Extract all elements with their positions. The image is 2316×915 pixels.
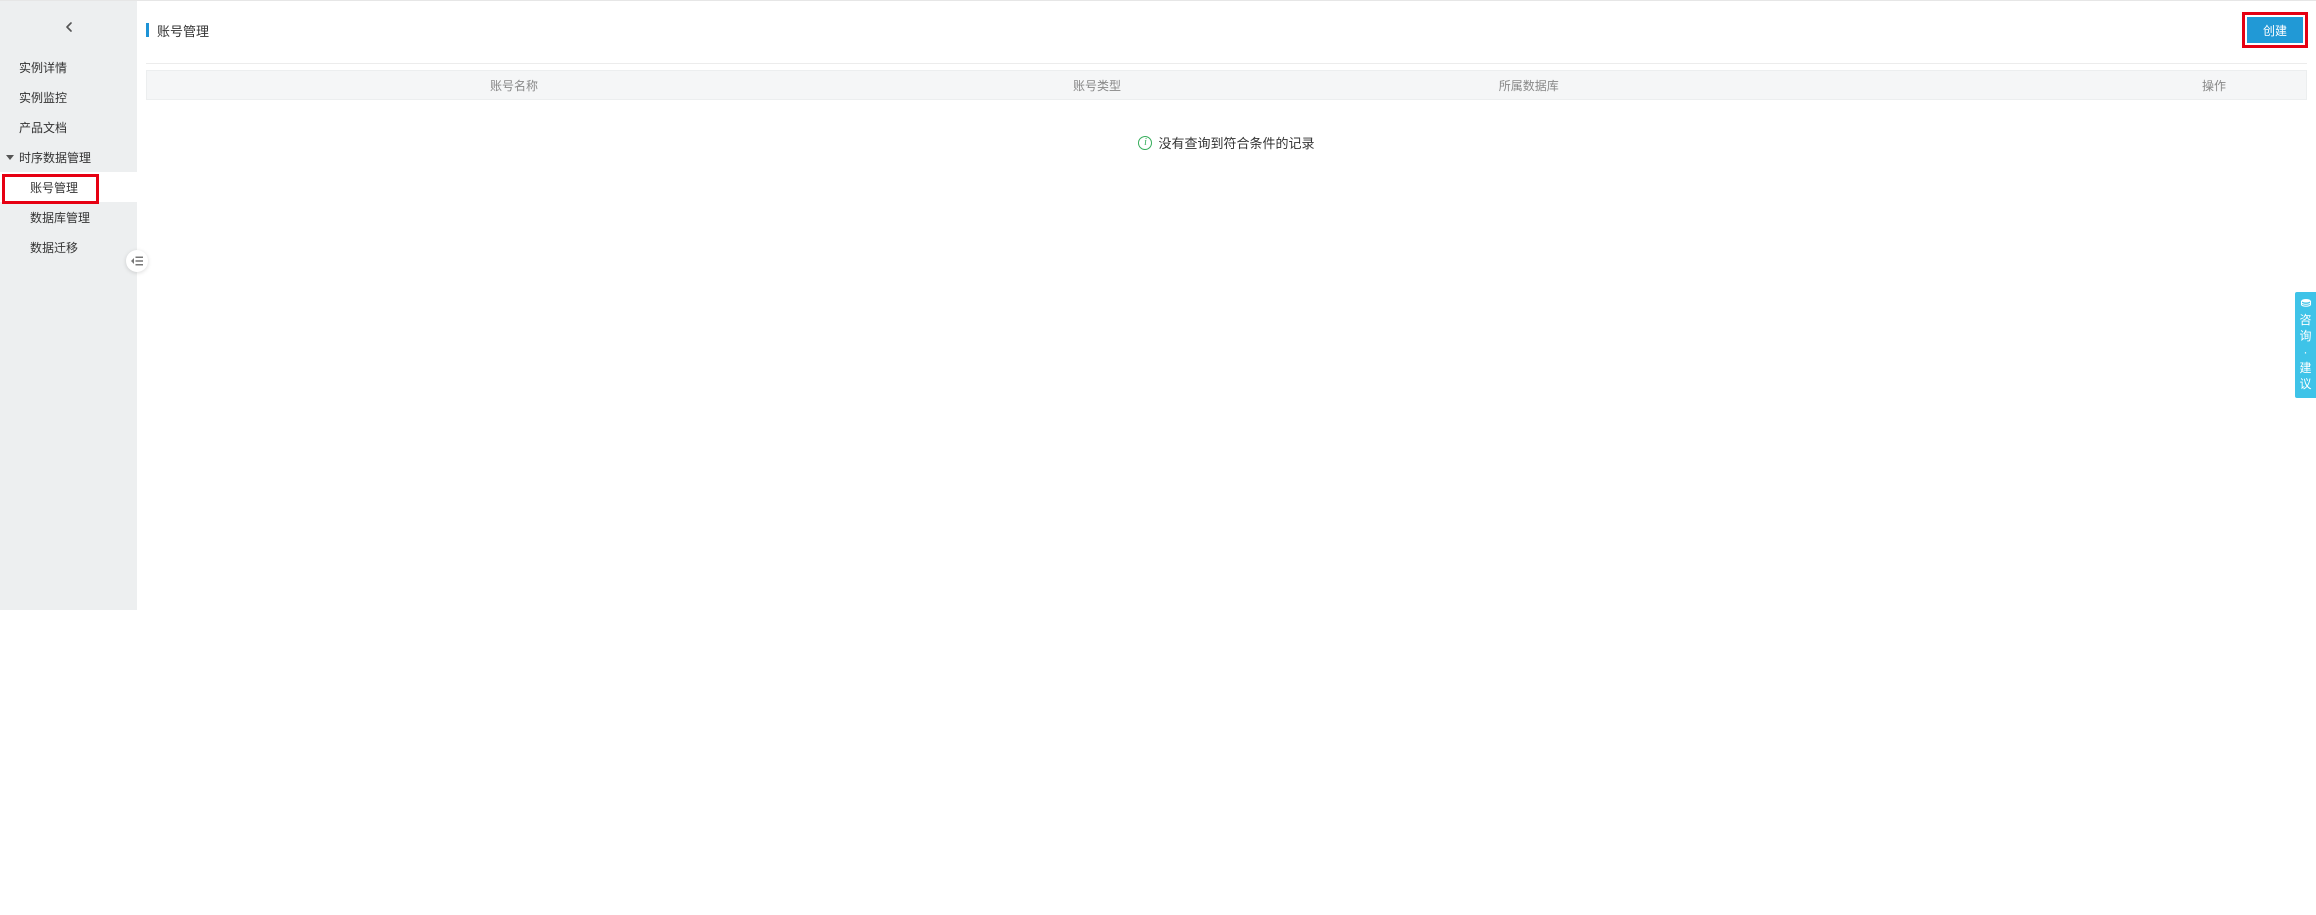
sidebar-item-instance-detail[interactable]: 实例详情 — [0, 52, 137, 82]
sidebar-group-label: 时序数据管理 — [19, 149, 91, 166]
sidebar-item-instance-monitor[interactable]: 实例监控 — [0, 82, 137, 112]
database-icon — [2300, 298, 2312, 308]
chevron-left-icon — [61, 19, 77, 35]
sidebar-item-label: 实例详情 — [19, 59, 67, 76]
sidebar-subitem-label: 数据迁移 — [30, 239, 78, 256]
sidebar-subitem-database-manage[interactable]: 数据库管理 — [0, 202, 137, 232]
sidebar-item-label: 产品文档 — [19, 119, 67, 136]
collapse-icon — [131, 256, 143, 266]
column-header-database: 所属数据库 — [1313, 77, 1745, 94]
create-button-label: 创建 — [2263, 22, 2287, 39]
create-button[interactable]: 创建 — [2247, 17, 2303, 43]
column-header-operation: 操作 — [1745, 77, 2306, 94]
sidebar-subitem-account-manage[interactable]: 账号管理 — [0, 172, 137, 202]
back-button[interactable] — [0, 1, 137, 52]
sidebar-subitem-label: 账号管理 — [30, 179, 78, 196]
main-header: 账号管理 创建 — [146, 1, 2307, 64]
main-content: 账号管理 创建 账号名称 账号类型 所属数据库 操作 i 没有查询到符合条件的记… — [137, 1, 2316, 610]
sidebar-collapse-toggle[interactable] — [126, 250, 148, 272]
column-header-type: 账号类型 — [881, 77, 1313, 94]
page-title: 账号管理 — [157, 21, 209, 40]
table-header-row: 账号名称 账号类型 所属数据库 操作 — [146, 70, 2307, 100]
sidebar-subitem-label: 数据库管理 — [30, 209, 90, 226]
create-button-wrap: 创建 — [2243, 13, 2307, 47]
sidebar-item-label: 实例监控 — [19, 89, 67, 106]
sidebar-item-product-docs[interactable]: 产品文档 — [0, 112, 137, 142]
page-title-wrap: 账号管理 — [146, 21, 209, 40]
sidebar-group-tsdb-manage[interactable]: 时序数据管理 — [0, 142, 137, 172]
column-header-name: 账号名称 — [147, 77, 881, 94]
empty-state-text: 没有查询到符合条件的记录 — [1158, 133, 1314, 152]
table-empty-state: i 没有查询到符合条件的记录 — [146, 100, 2307, 185]
app-root: 实例详情 实例监控 产品文档 时序数据管理 账号管理 数据库管理 数据迁移 — [0, 0, 2316, 610]
accounts-table: 账号名称 账号类型 所属数据库 操作 i 没有查询到符合条件的记录 — [146, 70, 2307, 185]
sidebar: 实例详情 实例监控 产品文档 时序数据管理 账号管理 数据库管理 数据迁移 — [0, 1, 137, 610]
title-accent-bar — [146, 23, 149, 37]
feedback-text: 咨 询 · 建 议 — [2299, 312, 2311, 392]
feedback-side-tab[interactable]: 咨 询 · 建 议 — [2295, 292, 2316, 398]
info-icon: i — [1138, 136, 1152, 150]
sidebar-subitem-data-migration[interactable]: 数据迁移 — [0, 232, 137, 262]
caret-down-icon — [6, 155, 14, 160]
